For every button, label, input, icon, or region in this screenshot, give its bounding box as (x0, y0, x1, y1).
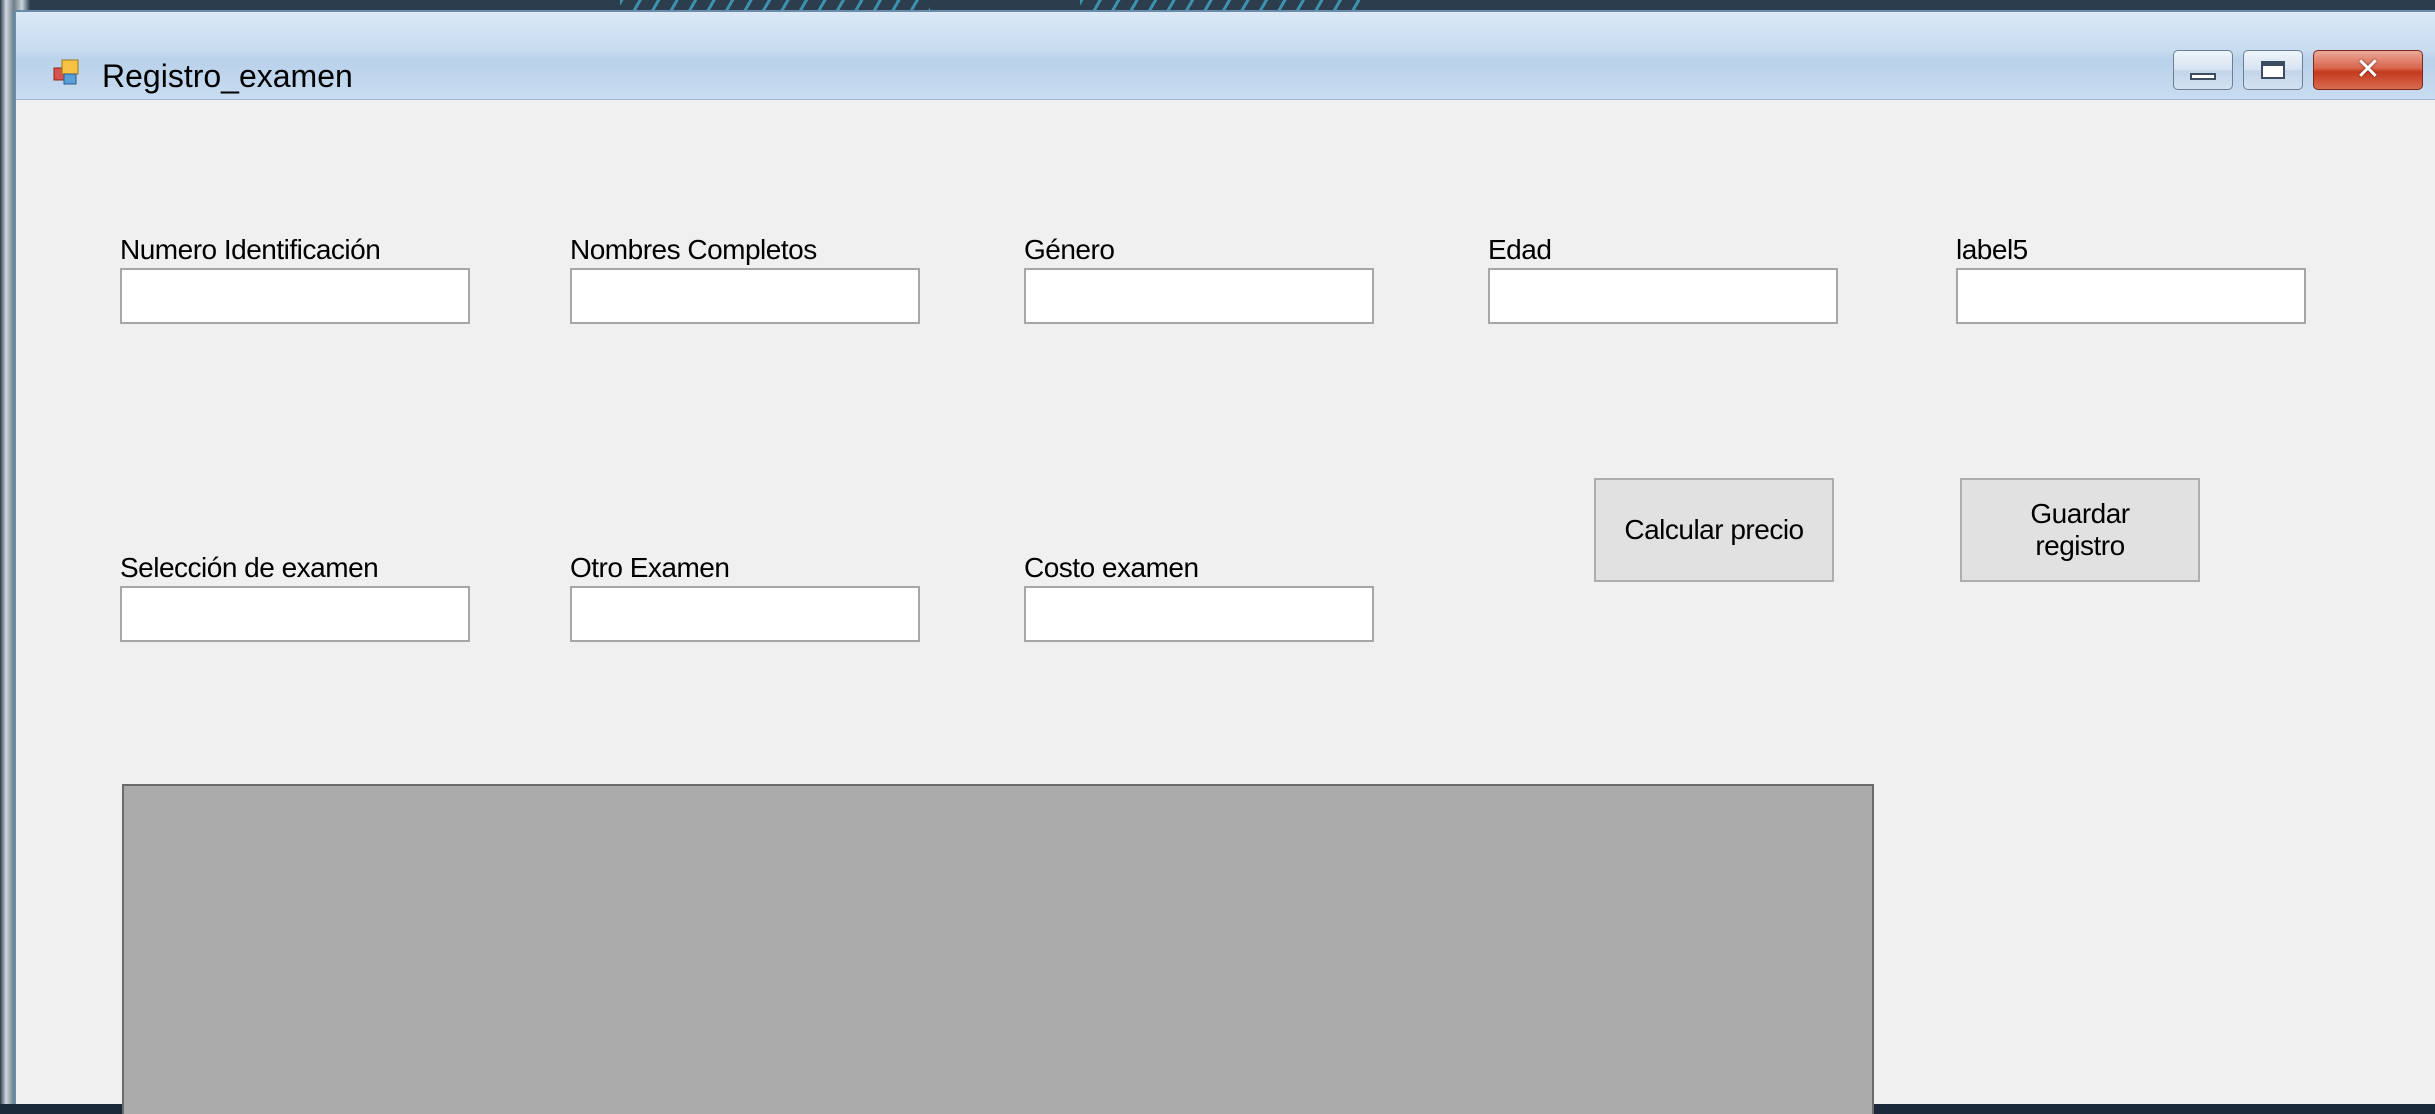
edad-input[interactable] (1488, 268, 1838, 324)
numero-identificacion-input[interactable] (120, 268, 470, 324)
maximize-icon (2261, 61, 2285, 79)
calcular-precio-label: Calcular precio (1624, 514, 1804, 545)
label5-input[interactable] (1956, 268, 2306, 324)
label-edad: Edad (1488, 234, 1552, 265)
form-client-area: Numero Identificación Nombres Completos … (16, 100, 2435, 1114)
guardar-registro-button[interactable]: Guardar registro (1960, 478, 2200, 582)
minimize-button[interactable] (2173, 50, 2233, 90)
label-genero: Género (1024, 234, 1115, 265)
label-label5: label5 (1956, 234, 2028, 265)
minimize-icon (2190, 72, 2216, 80)
label-costo-examen: Costo examen (1024, 552, 1199, 583)
app-icon (53, 59, 79, 85)
close-button[interactable]: ✕ (2313, 50, 2423, 90)
calcular-precio-button[interactable]: Calcular precio (1594, 478, 1834, 582)
label-seleccion-examen: Selección de examen (120, 552, 379, 583)
costo-examen-input[interactable] (1024, 586, 1374, 642)
close-icon: ✕ (2355, 52, 2381, 87)
app-window: Registro_examen ✕ Numero Identificación … (14, 10, 2435, 1114)
nombres-completos-input[interactable] (570, 268, 920, 324)
maximize-button[interactable] (2243, 50, 2303, 90)
otro-examen-input[interactable] (570, 586, 920, 642)
data-grid-view[interactable] (122, 784, 1874, 1114)
guardar-registro-label-line1: Guardar (2030, 498, 2130, 529)
label-otro-examen: Otro Examen (570, 552, 730, 583)
genero-input[interactable] (1024, 268, 1374, 324)
label-nombres-completos: Nombres Completos (570, 234, 817, 265)
title-bar[interactable]: Registro_examen ✕ (16, 12, 2435, 100)
guardar-registro-label-line2: registro (2035, 530, 2125, 561)
label-numero-identificacion: Numero Identificación (120, 234, 381, 265)
window-title: Registro_examen (102, 58, 353, 94)
seleccion-examen-input[interactable] (120, 586, 470, 642)
